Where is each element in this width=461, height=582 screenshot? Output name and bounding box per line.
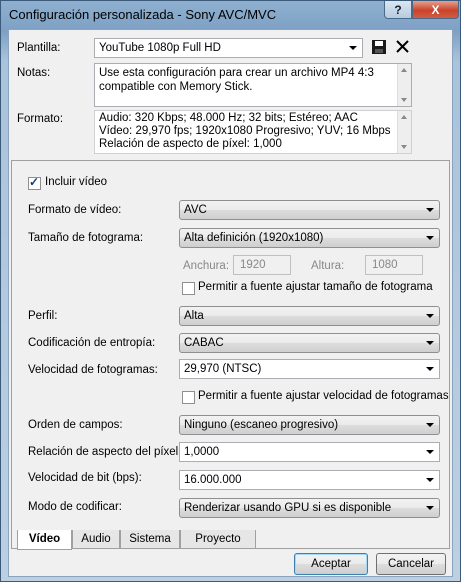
frame-size-select[interactable]: Alta definición (1920x1080) — [179, 228, 440, 248]
chevron-down-icon — [426, 478, 434, 482]
notes-label: Notas: — [17, 67, 51, 79]
include-video-label: Incluir vídeo — [45, 176, 108, 188]
notes-textarea[interactable]: Use esta configuración para crear un arc… — [94, 63, 412, 107]
tab-video[interactable]: Vídeo — [17, 530, 72, 550]
dialog-client: Plantilla: YouTube 1080p Full HD Notas: … — [8, 29, 453, 577]
height-label: Altura: — [311, 260, 345, 272]
accept-button[interactable]: Aceptar — [294, 553, 368, 575]
video-format-value: AVC — [184, 204, 207, 216]
height-field: 1080 — [365, 255, 423, 275]
entropy-value: CABAC — [184, 337, 224, 349]
chevron-down-icon — [426, 208, 434, 212]
include-video-checkbox[interactable] — [28, 175, 41, 190]
profile-select[interactable]: Alta — [179, 306, 440, 326]
bitrate-value: 16.000.000 — [184, 474, 242, 486]
chevron-down-icon — [426, 423, 434, 427]
entropy-select[interactable]: CABAC — [179, 333, 440, 353]
chevron-down-icon — [426, 236, 434, 240]
field-order-select[interactable]: Ninguno (escaneo progresivo) — [179, 415, 440, 435]
format-summary: Audio: 320 Kbps; 48.000 Hz; 32 bits; Est… — [94, 110, 412, 154]
template-label: Plantilla: — [17, 42, 61, 54]
format-line-3: Relación de aspecto de píxel: 1,000 — [99, 138, 282, 150]
profile-value: Alta — [184, 310, 204, 322]
cancel-button[interactable]: Cancelar — [376, 553, 446, 575]
video-tab-panel: Incluir vídeo Formato de vídeo: AVC Tama… — [11, 160, 450, 549]
fps-value: 29,970 (NTSC) — [184, 363, 262, 375]
pixel-aspect-select[interactable]: 1,0000 — [179, 442, 440, 462]
bitrate-label: Velocidad de bit (bps): — [28, 472, 142, 484]
chevron-down-icon — [426, 367, 434, 371]
notes-line-2: compatible con Memory Stick. — [99, 81, 253, 93]
window-title: Configuración personalizada - Sony AVC/M… — [9, 7, 277, 22]
width-value: 1920 — [240, 259, 266, 271]
chevron-down-icon — [426, 450, 434, 454]
close-button[interactable]: X — [412, 1, 459, 19]
frame-size-label: Tamaño de fotograma: — [28, 232, 144, 244]
entropy-label: Codificación de entropía: — [28, 337, 156, 349]
chevron-down-icon — [426, 314, 434, 318]
template-select[interactable]: YouTube 1080p Full HD — [94, 38, 363, 58]
field-order-label: Orden de campos: — [28, 419, 123, 431]
tab-system[interactable]: Sistema — [120, 530, 180, 549]
chevron-down-icon — [426, 341, 434, 345]
fps-select[interactable]: 29,970 (NTSC) — [179, 359, 440, 379]
profile-label: Perfil: — [28, 310, 58, 322]
video-format-label: Formato de vídeo: — [28, 204, 122, 216]
tab-project[interactable]: Proyecto — [180, 530, 256, 549]
allow-size-label: Permitir a fuente ajustar tamaño de foto… — [198, 281, 433, 293]
encode-mode-label: Modo de codificar: — [28, 501, 122, 513]
format-line-1: Audio: 320 Kbps; 48.000 Hz; 32 bits; Est… — [99, 112, 358, 124]
format-label: Formato: — [17, 113, 64, 125]
delete-icon[interactable] — [395, 39, 410, 57]
height-value: 1080 — [372, 259, 398, 271]
allow-fps-checkbox[interactable] — [182, 391, 195, 404]
tab-audio[interactable]: Audio — [72, 530, 120, 549]
width-field: 1920 — [233, 255, 291, 275]
encode-mode-value: Renderizar usando GPU si es disponible — [184, 502, 392, 514]
video-format-select[interactable]: AVC — [179, 200, 440, 220]
fps-label: Velocidad de fotogramas: — [28, 364, 158, 376]
notes-scrollbar[interactable] — [397, 64, 411, 106]
frame-size-value: Alta definición (1920x1080) — [184, 232, 324, 244]
pixel-aspect-value: 1,0000 — [184, 446, 220, 458]
help-button[interactable]: ? — [384, 1, 412, 19]
bitrate-select[interactable]: 16.000.000 — [179, 470, 440, 490]
chevron-down-icon — [426, 506, 434, 510]
format-line-2: Vídeo: 29,970 fps; 1920x1080 Progresivo;… — [99, 125, 391, 137]
allow-fps-label: Permitir a fuente ajustar velocidad de f… — [198, 390, 449, 402]
width-label: Anchura: — [183, 260, 230, 272]
format-scrollbar[interactable] — [397, 111, 411, 153]
dialog-window: Configuración personalizada - Sony AVC/M… — [0, 0, 461, 582]
title-bar[interactable]: Configuración personalizada - Sony AVC/M… — [1, 1, 460, 27]
chevron-down-icon — [349, 46, 357, 50]
allow-size-checkbox[interactable] — [182, 282, 195, 295]
field-order-value: Ninguno (escaneo progresivo) — [184, 419, 339, 431]
template-value: YouTube 1080p Full HD — [99, 42, 221, 54]
pixel-aspect-label: Relación de aspecto del píxel: — [28, 446, 182, 458]
notes-line-1: Use esta configuración para crear un arc… — [99, 67, 374, 79]
encode-mode-select[interactable]: Renderizar usando GPU si es disponible — [179, 498, 440, 518]
save-icon[interactable] — [371, 39, 387, 58]
